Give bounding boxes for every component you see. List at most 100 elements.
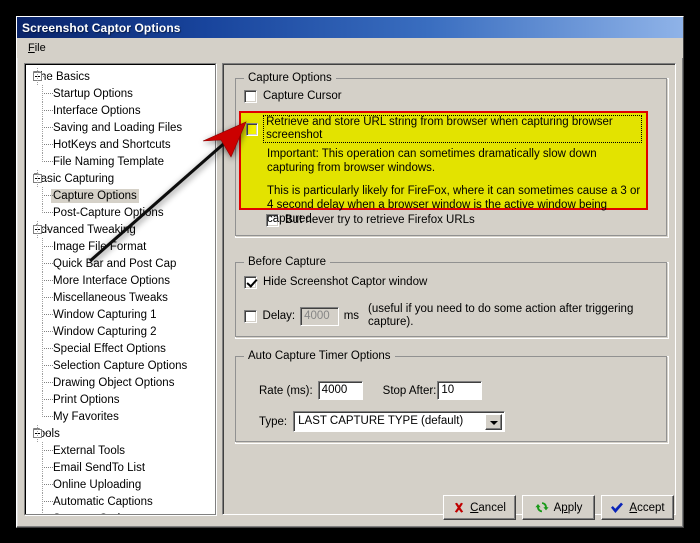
tree-item-label: Online Uploading [53, 478, 142, 491]
apply-button[interactable]: Apply [522, 495, 595, 520]
tree-item-label: Window Capturing 2 [53, 325, 157, 338]
tree-item-file-naming-template[interactable]: File Naming Template [29, 153, 215, 170]
tree-item-scanner-options[interactable]: Scanner Options [29, 510, 215, 514]
rate-input[interactable]: 4000 [317, 381, 363, 400]
delay-input[interactable]: 4000 [300, 306, 339, 326]
tree-item-advanced-tweaking[interactable]: Advanced Tweaking [29, 221, 215, 238]
checkbox-label: Hide Screenshot Captor window [263, 276, 428, 288]
tree-connector [42, 467, 53, 468]
tree-connector [42, 297, 53, 298]
tree-connector [42, 314, 53, 315]
tree-connector [42, 501, 53, 502]
tree-item-selection-capture-options[interactable]: Selection Capture Options [29, 357, 215, 374]
refresh-icon [535, 501, 549, 514]
tree-connector-vertical [42, 374, 43, 391]
tree-item-external-tools[interactable]: External Tools [29, 442, 215, 459]
tree-connector-vertical [37, 68, 38, 85]
group-auto-capture: Auto Capture Timer Options Rate (ms): 40… [235, 350, 669, 444]
tree-node-list: The Basics Startup Options Interface Optio… [29, 68, 215, 514]
tree-item-label: Image File Format [53, 240, 147, 253]
tree-connector [42, 93, 53, 94]
tree-item-window-capturing-1[interactable]: Window Capturing 1 [29, 306, 215, 323]
tree-item-email-sendto-list[interactable]: Email SendTo List [29, 459, 215, 476]
options-tree[interactable]: The Basics Startup Options Interface Optio… [24, 63, 216, 515]
checkbox-box[interactable] [244, 90, 257, 103]
tree-item-startup-options[interactable]: Startup Options [29, 85, 215, 102]
menu-bar: File [17, 38, 683, 58]
tree-connector [42, 110, 53, 111]
cancel-button[interactable]: Cancel [443, 495, 516, 520]
tree-item-window-capturing-2[interactable]: Window Capturing 2 [29, 323, 215, 340]
tree-item-quick-bar-and-post-cap[interactable]: Quick Bar and Post Cap [29, 255, 215, 272]
menu-item-file[interactable]: File [23, 40, 51, 56]
tree-item-label: Miscellaneous Tweaks [53, 291, 168, 304]
dialog-button-row: Cancel Apply Accept [443, 495, 674, 520]
tree-connector [43, 178, 50, 179]
tree-connector-vertical [42, 391, 43, 408]
apply-button-label: Apply [553, 501, 583, 514]
tree-connector [42, 399, 53, 400]
tree-connector [42, 382, 53, 383]
delay-row: Delay: 4000 ms (useful if you need to do… [244, 303, 668, 329]
checkbox-box[interactable] [244, 276, 257, 289]
group-capture-options-title: Capture Options [244, 72, 336, 84]
group-before-capture: Before Capture Hide Screenshot Captor wi… [235, 256, 669, 339]
stop-after-input[interactable]: 10 [437, 381, 483, 400]
tree-item-label: Capture Options [51, 188, 139, 203]
tree-connector [42, 212, 53, 213]
tree-item-label: More Interface Options [53, 274, 170, 287]
type-combobox[interactable]: LAST CAPTURE TYPE (default) [293, 411, 506, 432]
tree-connector-vertical [42, 357, 43, 374]
tree-item-more-interface-options[interactable]: More Interface Options [29, 272, 215, 289]
tree-connector-vertical [42, 289, 43, 306]
tree-connector [43, 229, 50, 230]
tree-item-special-effect-options[interactable]: Special Effect Options [29, 340, 215, 357]
tree-item-image-file-format[interactable]: Image File Format [29, 238, 215, 255]
type-combobox-value: LAST CAPTURE TYPE (default) [298, 415, 464, 427]
tree-connector [43, 433, 50, 434]
tree-item-hotkeys-and-shortcuts[interactable]: HotKeys and Shortcuts [29, 136, 215, 153]
tree-item-automatic-captions[interactable]: Automatic Captions [29, 493, 215, 510]
options-content-panel: Capture Options Capture Cursor Retrieve … [222, 63, 676, 515]
checkbox-delay[interactable] [244, 309, 257, 323]
checkbox-box[interactable] [246, 122, 259, 136]
tree-item-saving-and-loading-files[interactable]: Saving and Loading Files [29, 119, 215, 136]
tree-connector-vertical [42, 510, 43, 514]
tree-item-label: Window Capturing 1 [53, 308, 157, 321]
tree-item-capture-options[interactable]: Capture Options [29, 187, 215, 204]
tree-item-label: Saving and Loading Files [53, 121, 183, 134]
accept-button[interactable]: Accept [601, 495, 674, 520]
tree-item-basic-capturing[interactable]: Basic Capturing [29, 170, 215, 187]
chevron-down-icon[interactable] [485, 414, 503, 430]
tree-item-label: HotKeys and Shortcuts [53, 138, 171, 151]
group-capture-options: Capture Options Capture Cursor Retrieve … [235, 72, 669, 238]
tree-connector-vertical [42, 476, 43, 493]
tree-item-label: Quick Bar and Post Cap [53, 257, 177, 270]
tree-item-the-basics[interactable]: The Basics [29, 68, 215, 85]
tree-item-online-uploading[interactable]: Online Uploading [29, 476, 215, 493]
tree-item-print-options[interactable]: Print Options [29, 391, 215, 408]
tree-item-post-capture-options[interactable]: Post-Capture Options [29, 204, 215, 221]
tree-item-tools[interactable]: Tools [29, 425, 215, 442]
delay-label: Delay: [262, 309, 296, 322]
accept-button-label: Accept [629, 501, 665, 514]
cancel-button-label: Cancel [470, 501, 506, 514]
checkbox-hide-window[interactable]: Hide Screenshot Captor window [244, 276, 427, 289]
tree-connector [42, 144, 53, 145]
tree-connector-vertical [37, 221, 38, 238]
tree-connector [42, 331, 53, 332]
tree-connector [43, 76, 50, 77]
checkbox-retrieve-url[interactable]: Retrieve and store URL string from brows… [246, 115, 642, 143]
tree-connector-vertical [42, 153, 43, 162]
tree-item-interface-options[interactable]: Interface Options [29, 102, 215, 119]
tree-connector-vertical [42, 187, 43, 204]
tree-connector-vertical [42, 459, 43, 476]
checkbox-capture-cursor[interactable]: Capture Cursor [244, 90, 342, 103]
tree-connector-vertical [42, 119, 43, 136]
tree-connector [42, 161, 53, 162]
tree-item-drawing-object-options[interactable]: Drawing Object Options [29, 374, 215, 391]
tree-item-my-favorites[interactable]: My Favorites [29, 408, 215, 425]
tree-item-miscellaneous-tweaks[interactable]: Miscellaneous Tweaks [29, 289, 215, 306]
x-icon [453, 502, 465, 514]
tree-connector [42, 195, 53, 196]
